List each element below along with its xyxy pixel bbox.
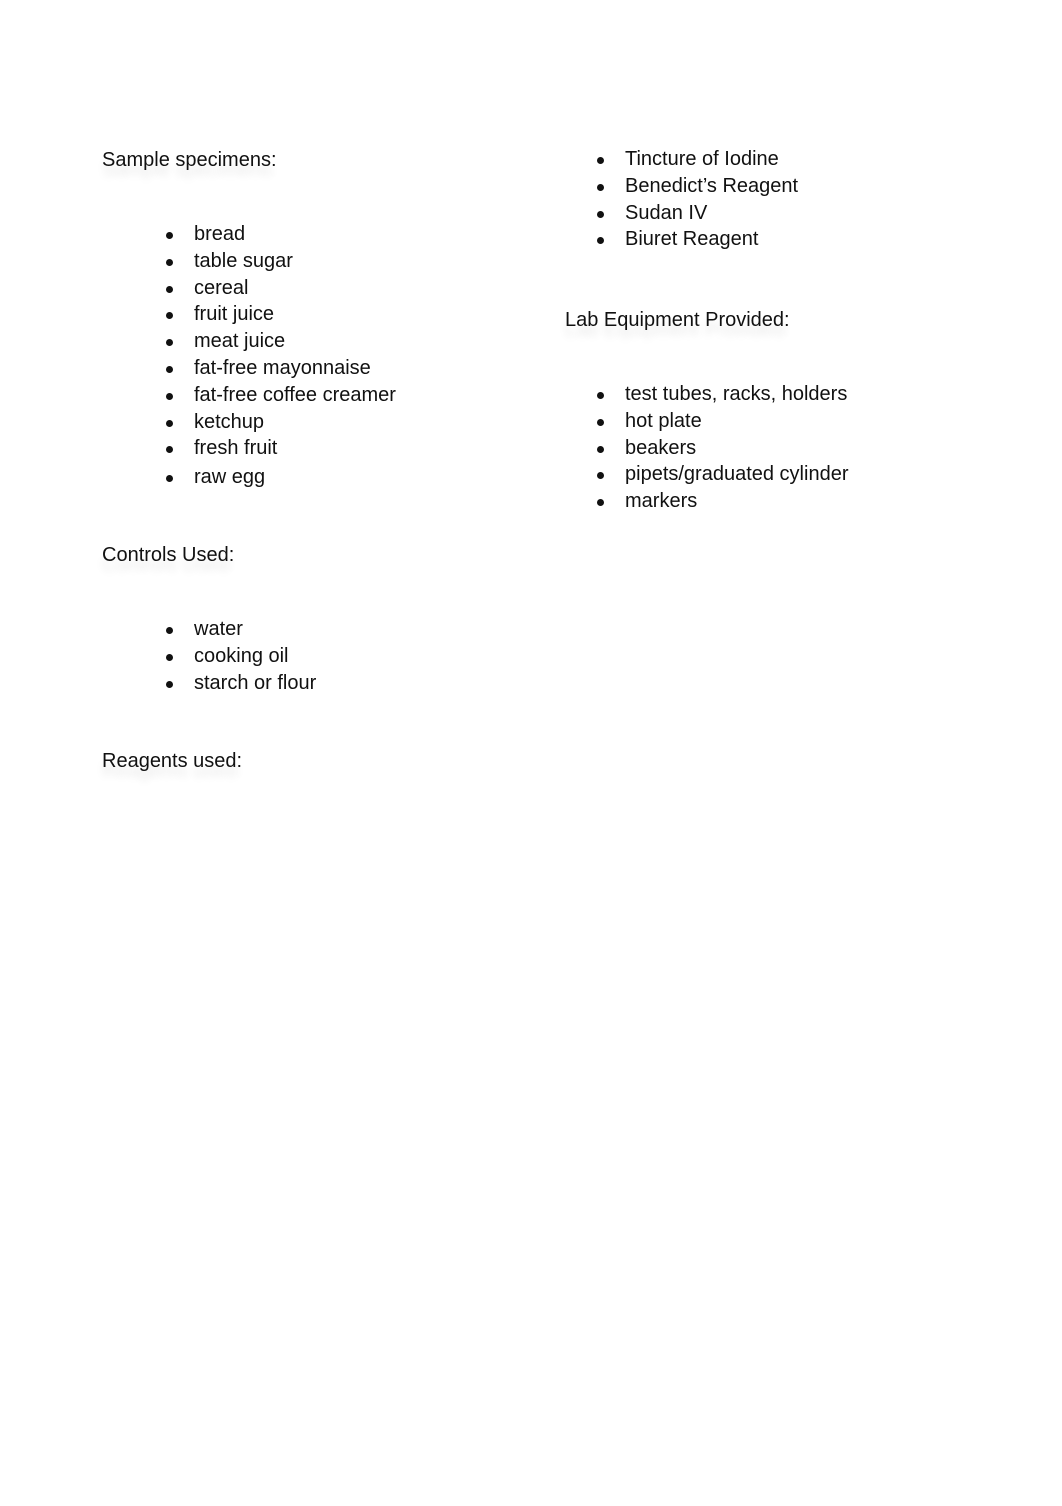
list-item-text: starch or flour [194, 671, 317, 694]
list-item-text: Biuret Reagent [625, 228, 759, 251]
list-item-text: water [194, 618, 243, 640]
list-item-text: ketchup [194, 410, 265, 433]
list-item-text: markers [625, 490, 698, 513]
list-item-text: cereal [194, 276, 249, 299]
list-item-text: test tubes, racks, holders [625, 383, 848, 405]
section-heading-reagents: Reagents used: [102, 750, 243, 772]
list-item-text: fruit juice [194, 303, 275, 326]
list-item-text: table sugar [194, 249, 293, 272]
list-item-text: Sudan IV [625, 201, 708, 224]
section-heading-equipment: Lab Equipment Provided: [565, 309, 790, 331]
list-item-text: hot plate [625, 409, 702, 432]
list-item-text: cooking oil [194, 644, 289, 667]
list-item-text: beakers [625, 436, 697, 459]
list-item-text: fat-free coffee creamer [194, 383, 396, 406]
list-item-text: fresh fruit [194, 437, 278, 460]
list-item-text: Tincture of Iodine [625, 148, 779, 170]
list-item-text: fat-free mayonnaise [194, 356, 371, 379]
section-heading-specimens: Sample specimens: [102, 149, 277, 171]
list-item-text: pipets/graduated cylinder [625, 463, 849, 486]
section-heading-controls: Controls Used: [102, 544, 235, 566]
list-item-text: raw egg [194, 466, 266, 489]
list-item-text: bread [194, 223, 246, 245]
list-item-text: meat juice [194, 330, 286, 353]
list-item-text: Benedict’s Reagent [625, 174, 799, 197]
